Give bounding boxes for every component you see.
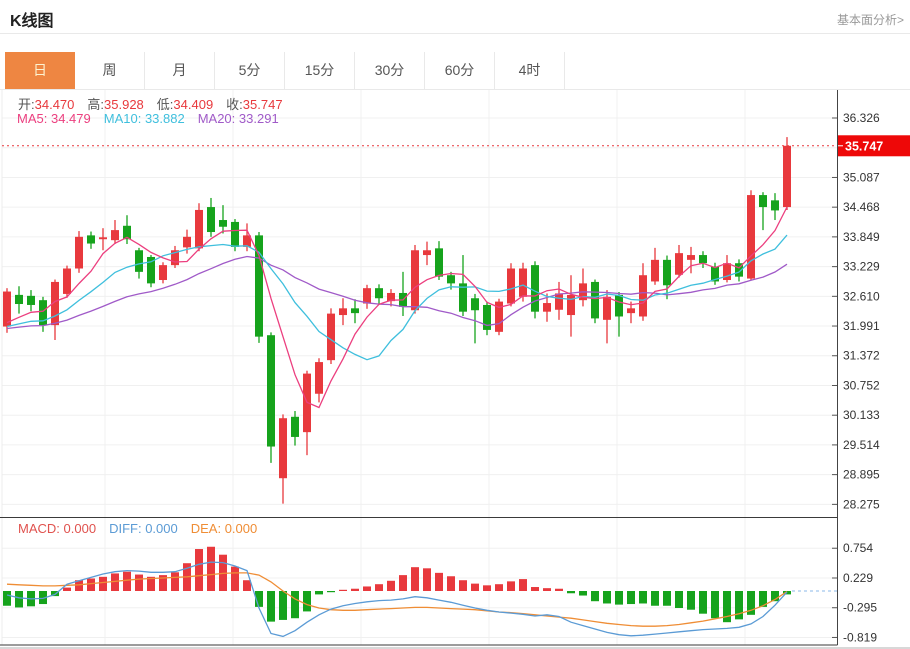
macd-bars — [3, 547, 791, 622]
period-tab-7[interactable]: 4时 — [495, 52, 565, 89]
candlestick-chart[interactable]: 36.326 35.087 34.468 33.849 33.229 32.610 31.9… — [0, 90, 910, 517]
open-value: 34.470 — [35, 97, 75, 112]
y-axis-label: 28.275 — [843, 497, 880, 511]
period-tab-6[interactable]: 60分 — [425, 52, 495, 89]
y-axis-label: 28.895 — [843, 468, 880, 482]
ma5-label: MA5: — [17, 111, 47, 126]
macd-chart[interactable]: 0.754 0.229 -0.295 -0.819 — [0, 517, 910, 649]
page-title: K线图 — [10, 7, 54, 31]
dea-label: DEA: — [191, 521, 221, 536]
macd-value: 0.000 — [64, 521, 97, 536]
high-value: 35.928 — [104, 97, 144, 112]
title-divider — [0, 33, 910, 34]
kline-widget: K线图 基本面分析> 日周月5分15分30分60分4时 36.326 35.087… — [0, 0, 910, 649]
ma5-value: 34.479 — [51, 111, 91, 126]
y-axis-label: 36.326 — [843, 111, 880, 125]
y-axis-label: 33.229 — [843, 260, 880, 274]
open-label: 开: — [18, 97, 35, 112]
macd-axis-label: 0.229 — [843, 571, 873, 585]
high-label: 高: — [87, 97, 104, 112]
diff-value: 0.000 — [145, 521, 178, 536]
ma20-value: 33.291 — [239, 111, 279, 126]
period-tab-2[interactable]: 月 — [145, 52, 215, 89]
close-label: 收: — [226, 97, 243, 112]
y-axis-label: 30.752 — [843, 378, 880, 392]
y-axis-label: 32.610 — [843, 289, 880, 303]
y-axis-label: 35.087 — [843, 170, 880, 184]
ma20-label: MA20: — [198, 111, 236, 126]
period-tab-4[interactable]: 15分 — [285, 52, 355, 89]
fundamental-analysis-link[interactable]: 基本面分析> — [837, 11, 904, 28]
period-tab-5[interactable]: 30分 — [355, 52, 425, 89]
current-price-badge: 35.747 — [838, 135, 910, 156]
dea-value: 0.000 — [225, 521, 258, 536]
period-tabs: 日周月5分15分30分60分4时 — [5, 52, 565, 89]
svg-text:35.747: 35.747 — [845, 139, 883, 153]
y-axis-label: 34.468 — [843, 200, 880, 214]
macd-label: MACD: — [18, 521, 60, 536]
y-axis-label: 30.133 — [843, 408, 880, 422]
low-value: 34.409 — [173, 97, 213, 112]
macd-legend: MACD: 0.000DIFF: 0.000DEA: 0.000 — [18, 521, 270, 536]
ma-legend: MA5: 34.479 MA10: 33.882 MA20: 33.291 — [17, 111, 292, 126]
low-label: 低: — [157, 97, 174, 112]
diff-label: DIFF: — [109, 521, 142, 536]
y-axis-label: 29.514 — [843, 438, 880, 452]
ma10-label: MA10: — [104, 111, 142, 126]
macd-axis-label: -0.819 — [843, 630, 877, 644]
period-tab-1[interactable]: 周 — [75, 52, 145, 89]
macd-axis-label: -0.295 — [843, 601, 877, 615]
period-tab-3[interactable]: 5分 — [215, 52, 285, 89]
y-axis-label: 31.372 — [843, 349, 880, 363]
period-tab-0[interactable]: 日 — [5, 52, 75, 89]
macd-axis-label: 0.754 — [843, 541, 873, 555]
close-value: 35.747 — [243, 97, 283, 112]
y-axis-label: 33.849 — [843, 230, 880, 244]
y-axis-label: 31.991 — [843, 319, 880, 333]
candles — [3, 137, 791, 504]
main-plot — [2, 90, 838, 517]
ma10-value: 33.882 — [145, 111, 185, 126]
